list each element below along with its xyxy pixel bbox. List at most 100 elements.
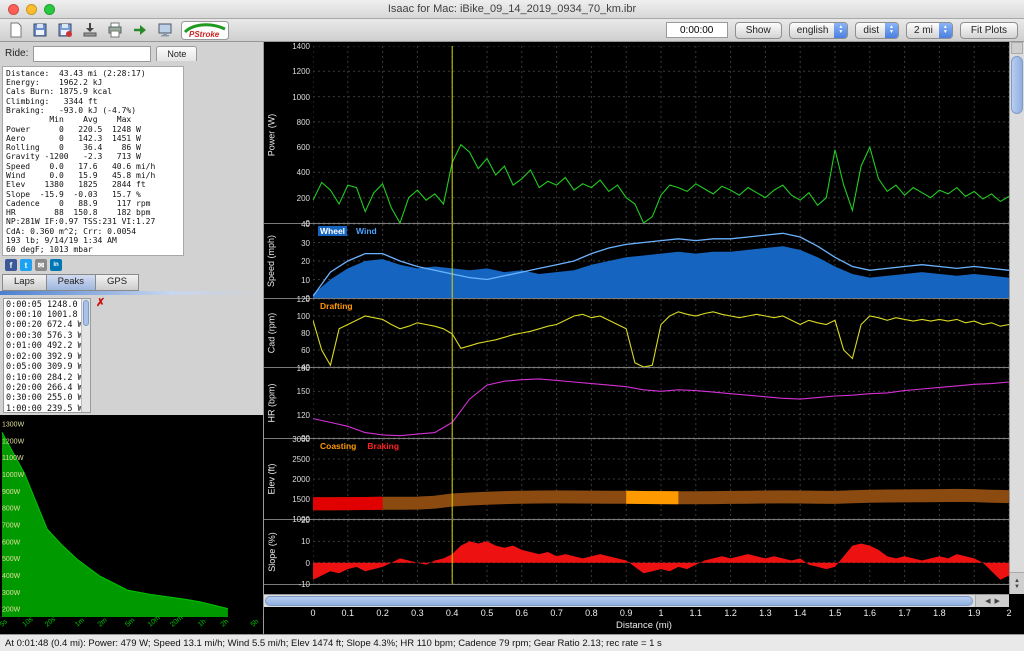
- stats-line: Min Avg Max: [6, 115, 132, 125]
- mode-popup[interactable]: dist ▲ ▼: [855, 21, 899, 39]
- close-peaks-icon[interactable]: ✗: [96, 297, 105, 309]
- plot-cad[interactable]: Drafting: [312, 298, 1010, 368]
- x-tick: 0.7: [550, 608, 563, 618]
- scrollbar-split-box[interactable]: [1011, 42, 1023, 54]
- y-axis-ticks-slope: -10 0 10 20: [279, 516, 313, 589]
- display-icon[interactable]: [156, 22, 174, 39]
- show-button[interactable]: Show: [734, 21, 782, 39]
- y-axis-label-cad: Cad (rpm): [264, 299, 279, 367]
- peak-row[interactable]: 0:00:30 576.3 W: [6, 331, 83, 341]
- y-axis-label-elev: Elev (ft): [264, 439, 279, 519]
- peak-row[interactable]: 0:20:00 266.4 W: [6, 383, 83, 393]
- peak-row[interactable]: 0:00:05 1248.0 W: [6, 300, 88, 310]
- x-tick: 1.5: [828, 608, 842, 618]
- vertical-scrollbar[interactable]: ▲ ▼: [1009, 42, 1024, 594]
- peak-row[interactable]: 0:05:00 309.9 W: [6, 362, 83, 372]
- peaks-scrollbar-thumb[interactable]: [83, 299, 89, 326]
- panel-power: Power (W) 0 200 400 600 800 1000 1200 1400: [264, 42, 1010, 228]
- email-icon[interactable]: ✉: [35, 259, 47, 272]
- plots-area: Power (W) 0 200 400 600 800 1000 1200 1400 Speed …: [264, 42, 1024, 594]
- tab-laps[interactable]: Laps: [2, 273, 46, 291]
- print-icon[interactable]: [106, 22, 124, 39]
- toolbar: PStroke Show english ▲▼ dist ▲▼ 2 mi ▲▼ …: [0, 19, 1024, 42]
- svg-text:2h: 2h: [220, 618, 231, 628]
- x-tick: 2: [1006, 608, 1012, 618]
- legend-wheel: Wheel: [318, 226, 348, 236]
- y-axis-label-hr: HR (bpm): [264, 368, 279, 438]
- zoom-window-button[interactable]: [44, 3, 55, 15]
- horizontal-scrollbar-thumb[interactable]: [265, 596, 973, 606]
- y-tick: 800: [296, 117, 310, 127]
- stats-line: HR 88 150.8 182 bpm: [6, 208, 151, 218]
- share-icons-row: f t ✉ in: [0, 256, 263, 274]
- plot-power[interactable]: [312, 45, 1010, 225]
- save-as-icon[interactable]: [56, 22, 74, 39]
- tab-peaks[interactable]: Peaks: [45, 273, 96, 291]
- peak-row[interactable]: 0:00:20 672.4 W: [6, 320, 83, 330]
- panel-cad: Cad (rpm) 40 60 80 100 120 Drafting: [264, 295, 1010, 372]
- export-icon[interactable]: [131, 22, 149, 39]
- y-axis-ticks-hr: 90 120 150 180: [279, 364, 313, 443]
- minimize-window-button[interactable]: [26, 3, 37, 15]
- vertical-scrollbar-arrows-icon[interactable]: ▲ ▼: [1010, 572, 1024, 594]
- y-axis-label-text: Elev (ft): [266, 463, 277, 495]
- y-axis-ticks-power: 0 200 400 600 800 1000 1200 1400: [279, 42, 313, 228]
- y-axis-label-text: Cad (rpm): [266, 312, 277, 354]
- ride-label: Ride:: [5, 48, 29, 60]
- main-chart-area: Power (W) 0 200 400 600 800 1000 1200 1400 Speed …: [263, 42, 1024, 634]
- x-tick: 0.9: [619, 608, 633, 618]
- peaks-list[interactable]: 0:00:05 1248.0 W 0:00:10 1001.8 W 0:00:20 …: [3, 297, 91, 413]
- save-icon[interactable]: [31, 22, 49, 39]
- range-popup[interactable]: 2 mi ▲ ▼: [905, 21, 953, 39]
- horizontal-scrollbar-arrows-icon[interactable]: ◀ ▶: [975, 595, 1009, 607]
- peak-row[interactable]: 0:00:10 1001.8 W: [6, 310, 88, 320]
- peak-row[interactable]: 0:02:00 392.9 W: [6, 352, 83, 362]
- import-icon[interactable]: [81, 22, 99, 39]
- panel-elev: Elev (ft) 1000 1500 2000 2500 3000 Coasting Bra…: [264, 435, 1010, 524]
- plot-slope[interactable]: [312, 519, 1010, 585]
- stats-line: Elev 1380 1825 2844 ft: [6, 180, 146, 190]
- peak-row[interactable]: 0:01:00 492.2 W: [6, 341, 83, 351]
- stats-line: Rolling 0 36.4 86 W: [6, 143, 141, 153]
- fit-plots-button[interactable]: Fit Plots: [959, 21, 1018, 39]
- tab-gps[interactable]: GPS: [95, 273, 140, 291]
- x-tick: 1.6: [863, 608, 877, 618]
- peak-row[interactable]: 0:10:00 284.2 W: [6, 373, 83, 383]
- plot-speed[interactable]: Wheel Wind: [312, 223, 1010, 299]
- x-tick: 1: [658, 608, 664, 618]
- pstroke-logo[interactable]: PStroke: [181, 20, 229, 40]
- power-duration-chart[interactable]: 1300W 1200W 1100W 1000W 900W 800W 700W 600W 500W…: [0, 415, 263, 634]
- peak-row[interactable]: 1:00:00 239.5 W: [6, 404, 83, 412]
- stats-line: 60 degF; 1013 mbar: [6, 245, 93, 255]
- time-input[interactable]: [665, 22, 728, 38]
- twitter-icon[interactable]: t: [20, 259, 32, 272]
- ride-name-input[interactable]: [33, 45, 152, 62]
- x-tick: 0.3: [411, 608, 424, 618]
- new-ride-icon[interactable]: [6, 22, 24, 39]
- x-tick: 0.2: [376, 608, 389, 618]
- units-popup[interactable]: english ▲ ▼: [788, 21, 849, 39]
- x-tick: 0.1: [341, 608, 355, 618]
- svg-text:1100W: 1100W: [2, 455, 24, 462]
- svg-text:600W: 600W: [2, 539, 21, 546]
- y-tick: 1000: [292, 92, 310, 102]
- horizontal-scrollbar[interactable]: ◀ ▶: [264, 594, 1009, 607]
- close-window-button[interactable]: [8, 3, 19, 15]
- plot-hr[interactable]: [312, 367, 1010, 439]
- facebook-icon[interactable]: f: [5, 259, 17, 272]
- note-button[interactable]: Note: [156, 46, 198, 62]
- svg-text:10s: 10s: [21, 616, 35, 629]
- peaks-scrollbar[interactable]: [81, 298, 90, 412]
- linkedin-icon[interactable]: in: [50, 259, 62, 272]
- plot-elev[interactable]: Coasting Braking: [312, 438, 1010, 520]
- y-tick: 20: [301, 516, 310, 525]
- y-tick: 120: [296, 295, 310, 304]
- vertical-scrollbar-thumb[interactable]: [1011, 56, 1023, 114]
- y-tick: 3000: [292, 435, 310, 444]
- peaks-panel: 0:00:05 1248.0 W 0:00:10 1001.8 W 0:00:20 …: [0, 295, 263, 415]
- peak-row[interactable]: 0:30:00 255.0 W: [6, 393, 83, 403]
- status-bar: At 0:01:48 (0.4 mi): Power: 479 W; Speed…: [0, 634, 1024, 651]
- y-axis-ticks-speed: 0 10 20 30 40: [279, 220, 313, 303]
- svg-text:1000W: 1000W: [2, 472, 25, 479]
- panel-hr: HR (bpm) 90 120 150 180: [264, 364, 1010, 443]
